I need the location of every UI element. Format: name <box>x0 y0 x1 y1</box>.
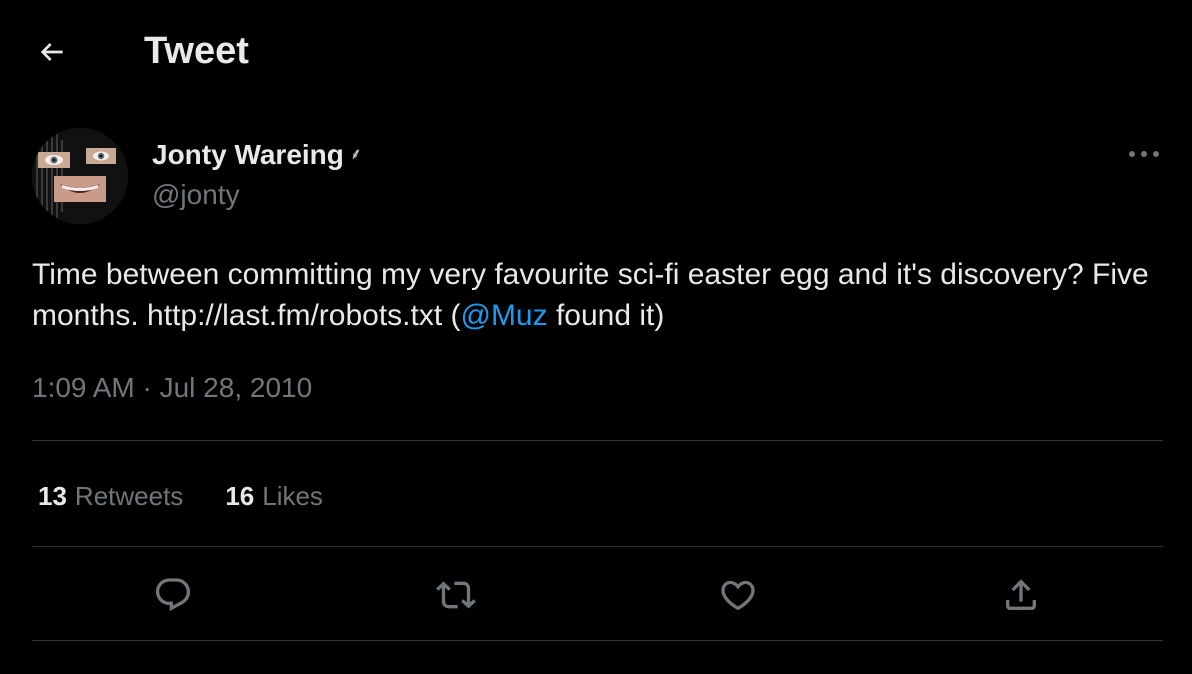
divider <box>32 440 1163 441</box>
page-title: Tweet <box>144 30 249 72</box>
avatar[interactable] <box>32 128 128 224</box>
retweet-button[interactable] <box>432 571 480 619</box>
tweet-text: Time between committing my very favourit… <box>32 254 1162 336</box>
arrow-left-icon <box>40 43 63 61</box>
likes-count: 16 <box>225 481 255 511</box>
like-button[interactable] <box>714 571 762 619</box>
retweet-icon <box>436 581 476 609</box>
tweet-timestamp[interactable]: 1:09 AM · Jul 28, 2010 <box>32 370 312 406</box>
author-handle[interactable]: @jonty <box>152 178 240 212</box>
name-badge: ⸙ <box>349 146 362 163</box>
likes-stat[interactable]: 16 Likes <box>225 479 323 513</box>
tweet-text-after: found it) <box>547 299 665 332</box>
more-icon <box>1129 151 1159 157</box>
profile-avatar <box>32 128 128 224</box>
share-button[interactable] <box>997 571 1045 619</box>
likes-label: Likes <box>262 481 323 511</box>
tweet-stats: 13 Retweets 16 Likes <box>38 478 365 514</box>
reply-icon <box>155 578 191 612</box>
author-name-text: Jonty Wareing <box>152 139 344 170</box>
retweets-count: 13 <box>38 481 67 511</box>
author-name[interactable]: Jonty Wareing ⸙ <box>152 138 362 172</box>
retweets-stat[interactable]: 13 Retweets <box>38 479 183 513</box>
share-icon <box>1006 579 1036 610</box>
divider <box>32 640 1163 641</box>
divider <box>32 546 1163 547</box>
page-header: Tweet <box>0 0 1192 104</box>
heart-icon <box>721 580 755 611</box>
retweets-label: Retweets <box>74 481 184 511</box>
back-button[interactable] <box>22 30 82 74</box>
mention-link[interactable]: @Muz <box>460 299 547 332</box>
more-options-button[interactable] <box>1118 136 1170 172</box>
reply-button[interactable] <box>149 571 197 619</box>
